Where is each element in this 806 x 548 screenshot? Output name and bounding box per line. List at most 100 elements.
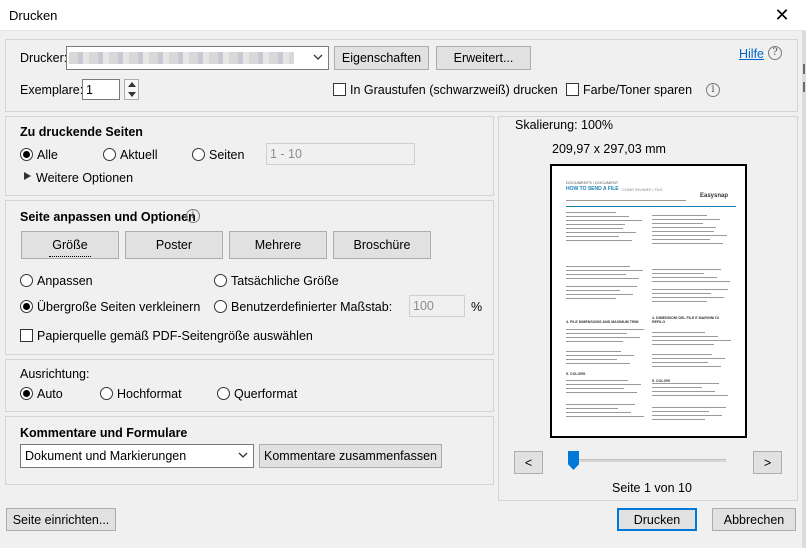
page-setup-button[interactable]: Seite einrichten...	[6, 508, 116, 531]
doc-section-heading: 4. FILE DIMENSIONS AND MAXIMUM TRIM	[566, 320, 639, 324]
doc-text-line	[566, 380, 628, 381]
doc-text-line	[652, 332, 705, 333]
doc-text-line	[652, 301, 707, 302]
next-page-button[interactable]: >	[753, 451, 782, 474]
radio-auto-label: Auto	[37, 387, 63, 401]
radio-current[interactable]	[103, 148, 116, 161]
tab-multiple[interactable]: Mehrere	[229, 231, 327, 259]
doc-subtitle: COME INVIARE I FILE	[622, 187, 663, 192]
doc-text-line	[652, 293, 711, 294]
doc-text-line	[566, 388, 624, 389]
doc-text-line	[566, 412, 631, 413]
doc-text-line	[566, 278, 639, 279]
radio-actual-size[interactable]	[214, 274, 227, 287]
paper-source-checkbox[interactable]	[20, 329, 33, 342]
doc-title: HOW TO SEND A FILE	[566, 186, 619, 192]
radio-shrink[interactable]	[20, 300, 33, 313]
doc-text-line	[652, 297, 724, 298]
printer-name-blurred	[69, 52, 294, 64]
summarize-comments-button[interactable]: Kommentare zusammenfassen	[259, 444, 442, 468]
radio-custom-scale[interactable]	[214, 300, 227, 313]
close-icon[interactable]: ✕	[770, 4, 794, 26]
page-slider-track[interactable]	[570, 459, 726, 462]
pages-heading: Zu druckende Seiten	[20, 125, 143, 139]
radio-landscape-label: Querformat	[234, 387, 298, 401]
info-icon[interactable]: i	[706, 83, 720, 97]
focus-indicator	[49, 256, 91, 257]
doc-text-line	[652, 215, 707, 216]
doc-text-line	[652, 387, 702, 388]
custom-scale-input[interactable]: 100	[409, 295, 465, 317]
radio-current-label: Aktuell	[120, 148, 158, 162]
radio-fit[interactable]	[20, 274, 33, 287]
doc-text-line	[566, 286, 637, 287]
doc-text-line	[566, 392, 637, 393]
doc-text-line	[652, 219, 720, 220]
doc-text-line	[566, 274, 626, 275]
doc-section-heading: 4. DIMENSIONI DEL FILE E MARGINI DI REFI…	[652, 316, 719, 324]
radio-pages[interactable]	[192, 148, 205, 161]
printer-label: Drucker:	[20, 51, 68, 65]
radio-landscape[interactable]	[217, 387, 230, 400]
radio-actual-size-label: Tatsächliche Größe	[231, 274, 339, 288]
arrow-down-icon[interactable]	[128, 91, 136, 98]
save-ink-label: Farbe/Toner sparen	[583, 83, 693, 97]
page-dimensions: 209,97 x 297,03 mm	[552, 142, 666, 156]
radio-portrait[interactable]	[100, 387, 113, 400]
help-icon[interactable]: ?	[768, 46, 782, 60]
doc-text-line	[652, 227, 716, 228]
doc-rule	[566, 206, 736, 207]
prev-page-button[interactable]: <	[514, 451, 543, 474]
edge-marker	[803, 64, 805, 74]
doc-text-line	[652, 235, 727, 236]
doc-text-line	[652, 336, 718, 337]
comments-select[interactable]: Dokument und Markierungen	[20, 444, 254, 468]
doc-text-line	[566, 384, 641, 385]
expand-triangle-icon[interactable]	[24, 172, 31, 180]
doc-text-line	[566, 416, 644, 417]
percent-label: %	[471, 300, 483, 314]
grayscale-checkbox[interactable]	[333, 83, 346, 96]
doc-text-line	[652, 391, 715, 392]
doc-text-line	[566, 329, 644, 330]
doc-text-line	[652, 269, 721, 270]
radio-shrink-label: Übergroße Seiten verkleinern	[37, 300, 201, 314]
doc-text-line	[652, 354, 712, 355]
radio-all[interactable]	[20, 148, 33, 161]
save-ink-checkbox[interactable]	[566, 83, 579, 96]
doc-text-line	[566, 290, 620, 291]
doc-section-heading: 5. COLORI	[652, 379, 670, 383]
help-link[interactable]: Hilfe	[739, 47, 764, 61]
doc-text-line	[566, 404, 635, 405]
more-options-toggle[interactable]: Weitere Optionen	[36, 171, 133, 185]
doc-section-heading: 5. COLORS	[566, 372, 586, 376]
advanced-button[interactable]: Erweitert...	[436, 46, 531, 70]
doc-text-line	[652, 362, 708, 363]
sizing-info-icon[interactable]: i	[186, 209, 200, 223]
tab-size[interactable]: Größe	[21, 231, 119, 259]
window-title: Drucken	[9, 8, 58, 23]
doc-text-line	[566, 363, 630, 364]
tab-poster[interactable]: Poster	[125, 231, 223, 259]
doc-text-line	[652, 223, 703, 224]
arrow-up-icon[interactable]	[128, 81, 136, 88]
doc-text-line	[566, 337, 640, 338]
radio-fit-label: Anpassen	[37, 274, 93, 288]
doc-text-line	[652, 273, 704, 274]
print-button[interactable]: Drucken	[617, 508, 697, 531]
properties-button[interactable]: Eigenschaften	[334, 46, 429, 70]
tab-booklet[interactable]: Broschüre	[333, 231, 431, 259]
copies-input[interactable]: 1	[82, 79, 120, 100]
cancel-button[interactable]: Abbrechen	[712, 508, 796, 531]
doc-text-line	[652, 358, 725, 359]
pages-range-input[interactable]: 1 - 10	[266, 143, 415, 165]
page-status: Seite 1 von 10	[612, 481, 692, 495]
doc-text-line	[566, 294, 633, 295]
copies-stepper[interactable]	[124, 79, 139, 100]
radio-auto[interactable]	[20, 387, 33, 400]
doc-text-line	[566, 351, 621, 352]
doc-text-line	[566, 266, 630, 267]
window-edge	[802, 31, 806, 548]
doc-text-line	[566, 228, 623, 229]
printer-select[interactable]	[66, 46, 329, 70]
